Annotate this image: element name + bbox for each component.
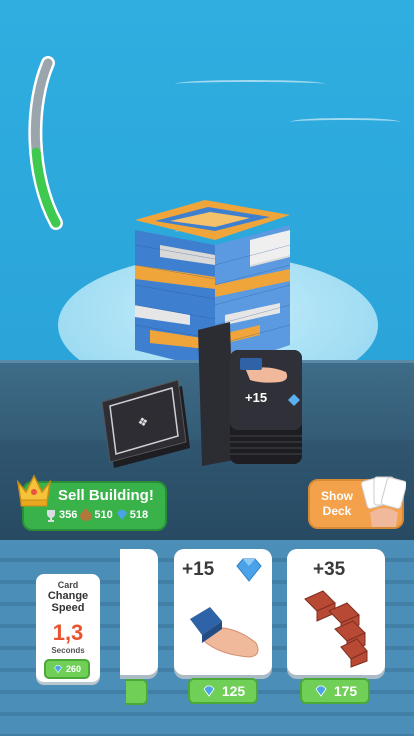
card-fan-icon [360, 476, 406, 527]
offer-card-partial[interactable] [120, 549, 158, 675]
gem-icon [315, 685, 327, 697]
offer-price-button-bricks[interactable]: 175 [300, 678, 370, 704]
sell-building-title: Sell Building! [58, 487, 154, 504]
show-deck-button[interactable]: Show Deck [308, 476, 406, 529]
offer-amount: +15 [182, 559, 215, 580]
gem-icon [203, 685, 215, 697]
offer-card-bricks[interactable]: +35 [287, 549, 385, 675]
speed-title-line1: Card [57, 580, 79, 590]
show-deck-label: Show Deck [321, 489, 353, 518]
coin-stat: 510 [79, 508, 113, 522]
coin-bag-icon [80, 509, 93, 521]
speed-unit: Seconds [51, 646, 85, 655]
gem-count: 518 [129, 509, 149, 521]
gem-icon [54, 665, 62, 674]
deck-top-card-label: +15 [245, 390, 268, 405]
trophy-icon [47, 510, 55, 522]
speed-price-value: 260 [65, 664, 82, 674]
offer-price-value: 175 [333, 683, 358, 699]
speed-upgrade-price-button[interactable]: 260 [44, 659, 90, 679]
gem-stat: 518 [115, 508, 148, 522]
building-stats: 356 510 518 [44, 508, 148, 522]
crown-icon [16, 474, 52, 507]
wave-line [290, 118, 400, 126]
gem-icon [236, 558, 262, 582]
speed-value: 1,3 [52, 620, 84, 645]
wave-line [175, 80, 325, 88]
hand-holding-brick-icon [190, 607, 259, 658]
bricks-icon [304, 590, 368, 668]
progress-meter [28, 56, 63, 230]
discard-card-pile: ❖ [101, 379, 190, 468]
gem-icon [116, 510, 127, 520]
trophy-count: 356 [59, 509, 78, 521]
offer-amount: +35 [313, 559, 346, 580]
offer-price-value: 125 [221, 683, 246, 699]
coin-count: 510 [94, 509, 113, 521]
offer-card-gems[interactable]: +15 [174, 549, 272, 675]
trophy-stat: 356 [44, 508, 77, 522]
speed-title-line2: Change Speed [47, 590, 89, 614]
offer-price-button-gems[interactable]: 125 [188, 678, 258, 704]
offer-price-partial[interactable] [126, 679, 148, 705]
